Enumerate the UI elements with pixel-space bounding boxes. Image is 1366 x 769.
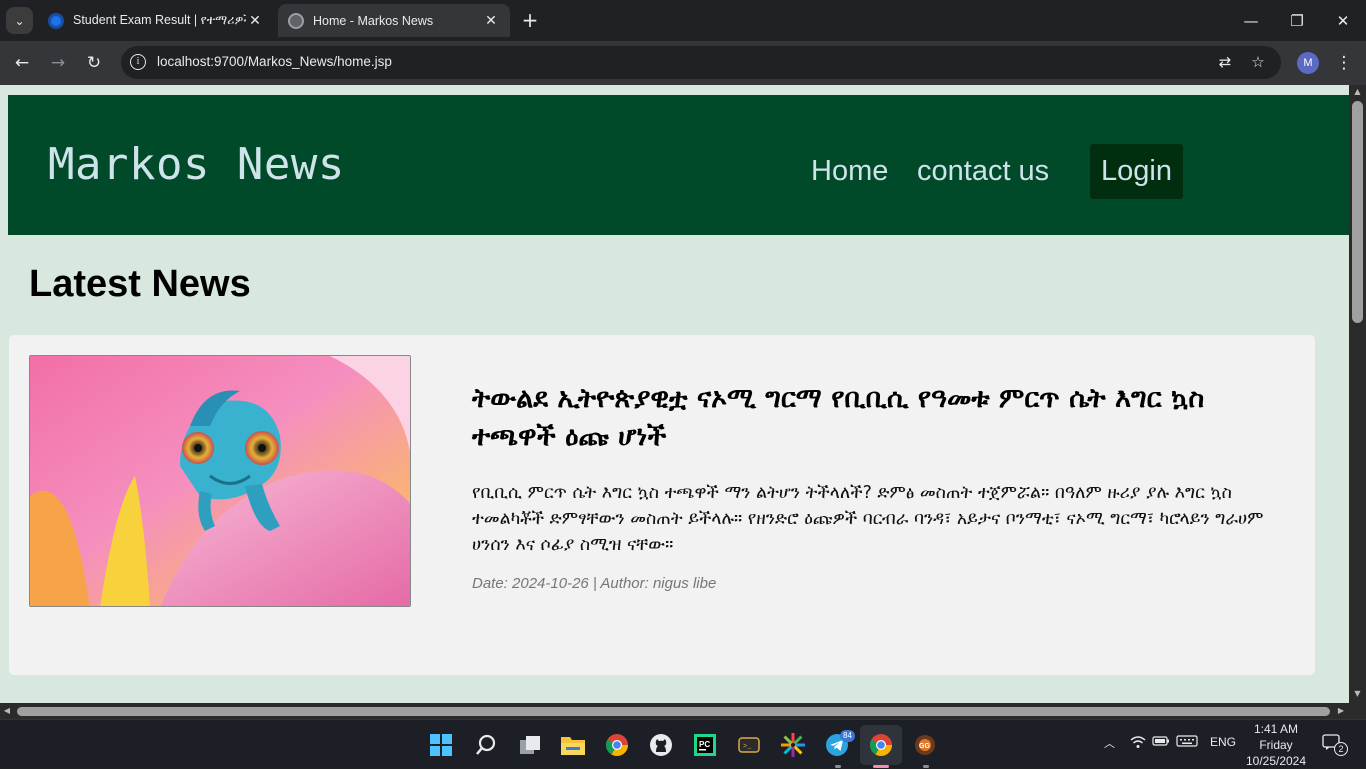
minimize-button[interactable]: — bbox=[1228, 0, 1274, 41]
chrome-active-icon[interactable] bbox=[865, 729, 897, 761]
horizontal-scrollbar[interactable]: ◀ ▶ bbox=[0, 703, 1349, 719]
reload-button[interactable]: ↻ bbox=[82, 51, 106, 75]
close-icon[interactable]: ✕ bbox=[246, 12, 264, 29]
svg-text:PC: PC bbox=[699, 740, 710, 749]
site-header: Markos News Home contact us Login bbox=[8, 95, 1349, 235]
notification-center[interactable]: 2 bbox=[1322, 734, 1348, 756]
more-menu-icon[interactable]: ⋮ bbox=[1334, 51, 1354, 75]
language-indicator[interactable]: ENG bbox=[1210, 735, 1236, 749]
chevron-up-icon[interactable]: ︿ bbox=[1104, 735, 1115, 751]
keyboard-icon[interactable] bbox=[1176, 735, 1198, 750]
close-icon[interactable]: ✕ bbox=[482, 12, 500, 29]
restore-button[interactable]: ❐ bbox=[1274, 0, 1320, 41]
app-launcher-icon[interactable] bbox=[777, 729, 809, 761]
scrollbar-corner bbox=[1349, 703, 1366, 719]
svg-text:>_: >_ bbox=[743, 743, 752, 751]
translate-icon[interactable]: ⇄ bbox=[1215, 52, 1235, 72]
news-summary: የቢቢሲ ምርጥ ሴት እግር ኳስ ተጫዋች ማን ልትሆን ትችላለች? ድ… bbox=[472, 483, 1264, 555]
address-bar[interactable]: i localhost:9700/Markos_News/home.jsp ⇄ … bbox=[121, 46, 1281, 79]
bookmark-star-icon[interactable]: ☆ bbox=[1248, 52, 1268, 72]
close-window-button[interactable]: ✕ bbox=[1320, 0, 1366, 41]
site-info-icon[interactable]: i bbox=[130, 54, 146, 70]
task-view-icon[interactable] bbox=[514, 729, 546, 761]
news-meta: Date: 2024-10-26 | Author: nigus libe bbox=[472, 575, 717, 592]
new-tab-button[interactable]: + bbox=[518, 8, 542, 32]
app-favicon-icon bbox=[48, 12, 64, 29]
vertical-scrollbar[interactable]: ▲ ▼ bbox=[1349, 85, 1366, 703]
wifi-icon[interactable] bbox=[1130, 735, 1146, 752]
clock-day: Friday bbox=[1259, 738, 1293, 752]
news-image[interactable] bbox=[29, 355, 411, 607]
tab-title: Student Exam Result | የተማሪዎች bbox=[73, 13, 246, 27]
notification-count: 2 bbox=[1334, 742, 1348, 756]
scroll-up-icon[interactable]: ▲ bbox=[1349, 85, 1366, 99]
game-app-icon[interactable]: GG bbox=[909, 729, 941, 761]
chrome-icon[interactable] bbox=[601, 729, 633, 761]
forward-button[interactable]: → bbox=[46, 51, 70, 75]
tab-title: Home - Markos News bbox=[313, 13, 434, 28]
telegram-badge: 84 bbox=[840, 730, 855, 742]
nav-contact-link[interactable]: contact us bbox=[917, 155, 1049, 188]
back-button[interactable]: ← bbox=[10, 51, 34, 75]
globe-icon bbox=[288, 12, 304, 29]
scroll-down-icon[interactable]: ▼ bbox=[1349, 687, 1366, 701]
terminal-icon[interactable]: >_ bbox=[733, 729, 765, 761]
clock-date: 10/25/2024 bbox=[1245, 754, 1307, 768]
system-clock[interactable]: 1:41 AM Friday 10/25/2024 bbox=[1240, 721, 1312, 769]
news-title[interactable]: ትውልደ ኢትዮጵያዊቷ ናኦሚ ግርማ የቢቢሲ የዓመቱ ምርጥ ሴት እግ… bbox=[472, 380, 1292, 456]
page-viewport: Markos News Home contact us Login Latest… bbox=[0, 85, 1366, 719]
tab-markos-news[interactable]: Home - Markos News ✕ bbox=[278, 4, 510, 37]
pycharm-icon[interactable]: PC bbox=[689, 729, 721, 761]
github-icon[interactable] bbox=[645, 729, 677, 761]
news-card[interactable]: ትውልደ ኢትዮጵያዊቷ ናኦሚ ግርማ የቢቢሲ የዓመቱ ምርጥ ሴት እግ… bbox=[9, 335, 1315, 675]
windows-start-icon[interactable] bbox=[425, 729, 457, 761]
chevron-down-icon: ⌄ bbox=[14, 13, 25, 28]
tab-student-exam-result[interactable]: Student Exam Result | የተማሪዎች ✕ bbox=[38, 4, 274, 37]
profile-avatar[interactable]: M bbox=[1297, 52, 1319, 74]
taskbar: PC >_ 84 GG ︿ ENG 1:41 AM Friday 10/25/2… bbox=[0, 719, 1366, 768]
address-url[interactable]: localhost:9700/Markos_News/home.jsp bbox=[157, 54, 392, 69]
clock-time: 1:41 AM bbox=[1253, 722, 1299, 736]
search-icon[interactable] bbox=[470, 729, 502, 761]
scroll-left-icon[interactable]: ◀ bbox=[0, 703, 14, 719]
battery-icon[interactable] bbox=[1152, 735, 1170, 750]
svg-text:GG: GG bbox=[919, 743, 930, 750]
browser-toolbar: ← → ↻ i localhost:9700/Markos_News/home.… bbox=[0, 41, 1366, 85]
browser-tabstrip: ⌄ Student Exam Result | የተማሪዎች ✕ Home - … bbox=[0, 0, 1366, 41]
scroll-right-icon[interactable]: ▶ bbox=[1334, 703, 1348, 719]
tab-search-button[interactable]: ⌄ bbox=[6, 7, 33, 34]
site-brand[interactable]: Markos News bbox=[48, 139, 345, 190]
scrollbar-thumb[interactable] bbox=[1352, 101, 1363, 323]
chameleon-image bbox=[30, 356, 410, 606]
section-title: Latest News bbox=[29, 263, 251, 305]
file-explorer-icon[interactable] bbox=[557, 729, 589, 761]
login-button[interactable]: Login bbox=[1090, 144, 1183, 199]
nav-home-link[interactable]: Home bbox=[811, 155, 888, 188]
scrollbar-thumb[interactable] bbox=[17, 707, 1330, 716]
